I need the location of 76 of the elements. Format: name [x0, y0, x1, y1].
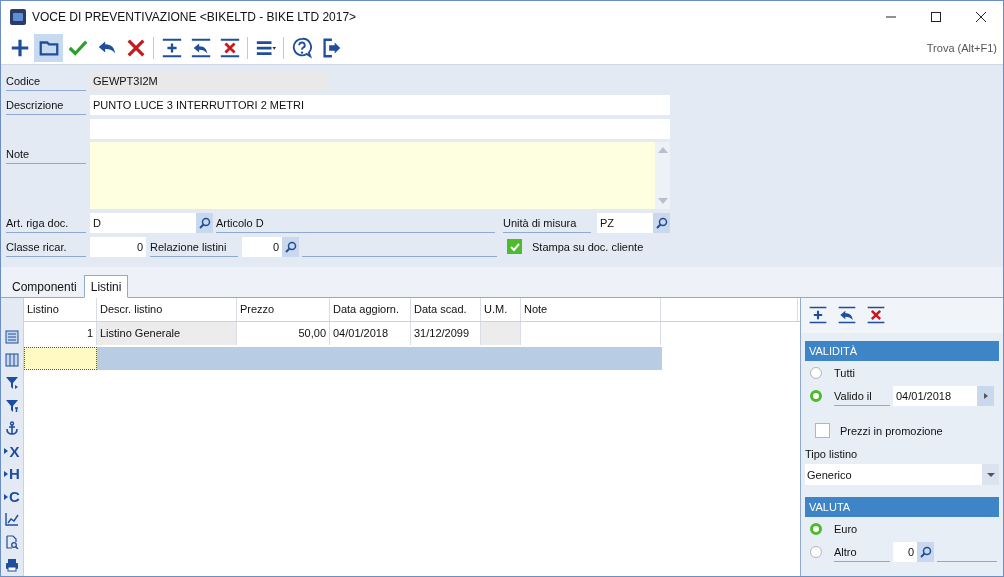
- help-icon: [290, 37, 313, 59]
- caret-icon: [986, 472, 995, 477]
- table-cell: Listino Generale: [97, 322, 237, 345]
- radio-label: Altro: [834, 541, 890, 562]
- maximize-icon[interactable]: [930, 10, 942, 23]
- filter-icon[interactable]: [5, 375, 19, 390]
- delete-row-icon: [218, 37, 241, 59]
- tab[interactable]: Componenti: [5, 275, 84, 298]
- line-chart-icon[interactable]: [5, 512, 19, 527]
- checkbox-label: Stampa su doc. cliente: [532, 240, 644, 253]
- field-label: Relazione listini: [150, 236, 238, 257]
- app-logo-icon: [10, 8, 26, 25]
- column-toggle-button[interactable]: X: [4, 442, 20, 460]
- checkbox-label: Prezzi in promozione: [840, 424, 943, 437]
- window-title: VOCE DI PREVENTIVAZIONE <BIKELTD - BIKE LTD 2017>: [32, 9, 357, 24]
- triangle-icon: [4, 493, 9, 500]
- class-field[interactable]: 0: [90, 236, 146, 257]
- search-button[interactable]: [282, 236, 299, 257]
- search-button[interactable]: [653, 212, 670, 233]
- undo-row-icon: [189, 37, 212, 59]
- radio-label: Tutti: [834, 366, 855, 379]
- article-field[interactable]: D: [90, 212, 196, 233]
- currency-field[interactable]: 0: [893, 541, 917, 562]
- radio-label: Valido il: [834, 385, 890, 406]
- list-icon[interactable]: [5, 330, 19, 345]
- unit-field[interactable]: PZ: [597, 212, 653, 233]
- table-cell: 50,00: [237, 322, 330, 345]
- date-field[interactable]: 04/01/2018: [893, 385, 977, 406]
- description-field[interactable]: [90, 118, 670, 139]
- search-button[interactable]: [917, 541, 934, 562]
- column-toggle-button[interactable]: C: [4, 488, 20, 505]
- print-preview-icon[interactable]: [5, 534, 19, 549]
- description-field[interactable]: PUNTO LUCE 3 INTERRUTTORI 2 METRI: [90, 94, 670, 115]
- table-cell: 04/01/2018: [330, 322, 411, 345]
- open-button[interactable]: [34, 34, 63, 62]
- column-toggle-button[interactable]: H: [4, 465, 20, 483]
- column-header[interactable]: Descr. listino: [97, 298, 237, 321]
- filter-icon[interactable]: [5, 398, 19, 413]
- anchor-icon[interactable]: [5, 421, 19, 436]
- field-label: Art. riga doc.: [6, 212, 86, 233]
- relation-field[interactable]: 0: [242, 236, 282, 257]
- column-header[interactable]: Listino: [24, 298, 97, 321]
- field-label: Note: [6, 144, 86, 164]
- radio-button[interactable]: [810, 389, 822, 402]
- column-header[interactable]: U.M.: [481, 298, 521, 321]
- checkbox[interactable]: [815, 423, 830, 438]
- radio-button[interactable]: [810, 545, 822, 558]
- radio-label: Euro: [834, 522, 858, 535]
- section-header: VALIDITÀ: [805, 341, 999, 361]
- radio-button[interactable]: [810, 522, 822, 535]
- add-row-icon: [160, 37, 183, 59]
- tab[interactable]: Listini: [83, 275, 129, 298]
- type-dropdown[interactable]: Generico: [805, 464, 999, 485]
- column-header[interactable]: Prezzo: [237, 298, 330, 321]
- radio-button[interactable]: [810, 366, 822, 379]
- section-header: VALUTA: [805, 497, 999, 517]
- search-button[interactable]: [196, 212, 213, 233]
- code-field: GEWPT3I2M: [90, 70, 328, 91]
- field-label: Unità di misura: [503, 212, 591, 233]
- close-icon[interactable]: [975, 10, 987, 23]
- notes-field[interactable]: [90, 142, 670, 209]
- triangle-icon: [4, 470, 9, 477]
- caret-icon: [983, 392, 988, 399]
- column-header[interactable]: Data aggiorn.: [330, 298, 411, 321]
- date-picker-button[interactable]: [977, 385, 994, 406]
- article-description: Articolo D: [216, 212, 495, 233]
- field-label: Tipo listino: [805, 448, 859, 462]
- field-label: Classe ricar.: [6, 236, 86, 257]
- field-label: Descrizione: [6, 94, 86, 115]
- printer-icon[interactable]: [5, 557, 19, 572]
- field-label: Codice: [6, 70, 86, 91]
- column-header[interactable]: Note: [521, 298, 661, 321]
- column-header[interactable]: Data scad.: [411, 298, 481, 321]
- columns-icon[interactable]: [5, 353, 19, 368]
- checkbox[interactable]: [507, 239, 522, 254]
- triangle-icon: [4, 448, 9, 455]
